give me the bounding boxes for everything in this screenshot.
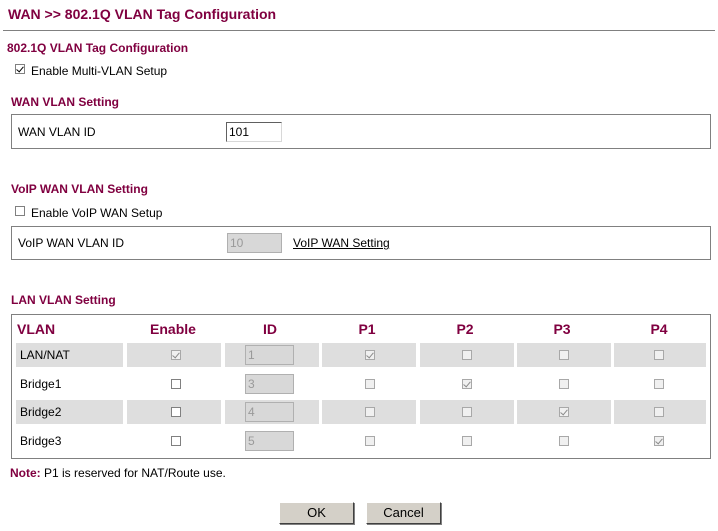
lan-vlan-section-title: LAN VLAN Setting xyxy=(11,293,116,307)
enable-checkbox[interactable] xyxy=(171,436,181,446)
p1-checkbox[interactable] xyxy=(365,407,375,417)
note-text: Note: P1 is reserved for NAT/Route use. xyxy=(10,466,226,480)
voip-wan-enable-label: Enable VoIP WAN Setup xyxy=(31,206,163,220)
config-section-title: 802.1Q VLAN Tag Configuration xyxy=(7,41,189,55)
p2-checkbox[interactable] xyxy=(462,436,472,446)
col-header-id: ID xyxy=(263,321,277,337)
wan-vlan-section-title: WAN VLAN Setting xyxy=(11,95,119,109)
row-vlan-name: Bridge1 xyxy=(20,377,62,391)
voip-vlan-id-input[interactable] xyxy=(227,233,282,253)
row-vlan-name: LAN/NAT xyxy=(20,348,70,362)
note-body: P1 is reserved for NAT/Route use. xyxy=(40,466,226,480)
lan-vlan-table: VLAN Enable ID P1 P2 P3 P4 LAN/NAT Bridg… xyxy=(11,314,711,459)
table-row: Bridge1 xyxy=(16,372,706,396)
p4-checkbox[interactable] xyxy=(654,350,664,360)
col-header-enable: Enable xyxy=(150,321,196,337)
title-divider xyxy=(3,30,715,31)
multi-vlan-checkbox[interactable] xyxy=(15,64,25,74)
voip-vlan-section-title: VoIP WAN VLAN Setting xyxy=(11,182,148,196)
p3-checkbox[interactable] xyxy=(559,407,569,417)
wan-vlan-id-input[interactable] xyxy=(226,122,282,142)
note-label: Note: xyxy=(10,466,41,480)
table-row: LAN/NAT xyxy=(16,343,706,367)
p2-checkbox[interactable] xyxy=(462,379,472,389)
wan-vlan-box: WAN VLAN ID xyxy=(11,114,711,149)
p1-checkbox[interactable] xyxy=(365,436,375,446)
p3-checkbox[interactable] xyxy=(559,350,569,360)
p4-checkbox[interactable] xyxy=(654,436,664,446)
ok-button[interactable]: OK xyxy=(279,502,354,524)
voip-wan-enable-checkbox[interactable] xyxy=(15,206,25,216)
cancel-button[interactable]: Cancel xyxy=(366,502,441,524)
p3-checkbox[interactable] xyxy=(559,379,569,389)
voip-vlan-id-label: VoIP WAN VLAN ID xyxy=(18,236,125,250)
table-row: Bridge3 xyxy=(16,429,706,453)
col-header-p1: P1 xyxy=(358,321,376,337)
enable-checkbox[interactable] xyxy=(171,379,181,389)
p4-checkbox[interactable] xyxy=(654,407,664,417)
vlan-id-input[interactable] xyxy=(245,345,294,365)
col-header-p2: P2 xyxy=(456,321,474,337)
p2-checkbox[interactable] xyxy=(462,407,472,417)
row-vlan-name: Bridge3 xyxy=(20,434,62,448)
col-header-p4: P4 xyxy=(650,321,668,337)
col-header-vlan: VLAN xyxy=(17,321,56,337)
p1-checkbox[interactable] xyxy=(365,379,375,389)
voip-wan-setting-link[interactable]: VoIP WAN Setting xyxy=(293,236,390,250)
col-header-p3: P3 xyxy=(553,321,571,337)
p3-checkbox[interactable] xyxy=(559,436,569,446)
p4-checkbox[interactable] xyxy=(654,379,664,389)
vlan-id-input[interactable] xyxy=(245,402,294,422)
multi-vlan-label: Enable Multi-VLAN Setup xyxy=(31,64,168,78)
vlan-id-input[interactable] xyxy=(245,431,294,451)
wan-vlan-id-label: WAN VLAN ID xyxy=(18,125,96,139)
table-row: Bridge2 xyxy=(16,400,706,424)
page-title: WAN >> 802.1Q VLAN Tag Configuration xyxy=(8,6,277,22)
p1-checkbox[interactable] xyxy=(365,350,375,360)
enable-checkbox[interactable] xyxy=(171,350,181,360)
row-vlan-name: Bridge2 xyxy=(20,405,62,419)
vlan-id-input[interactable] xyxy=(245,374,294,394)
p2-checkbox[interactable] xyxy=(462,350,472,360)
enable-checkbox[interactable] xyxy=(171,407,181,417)
